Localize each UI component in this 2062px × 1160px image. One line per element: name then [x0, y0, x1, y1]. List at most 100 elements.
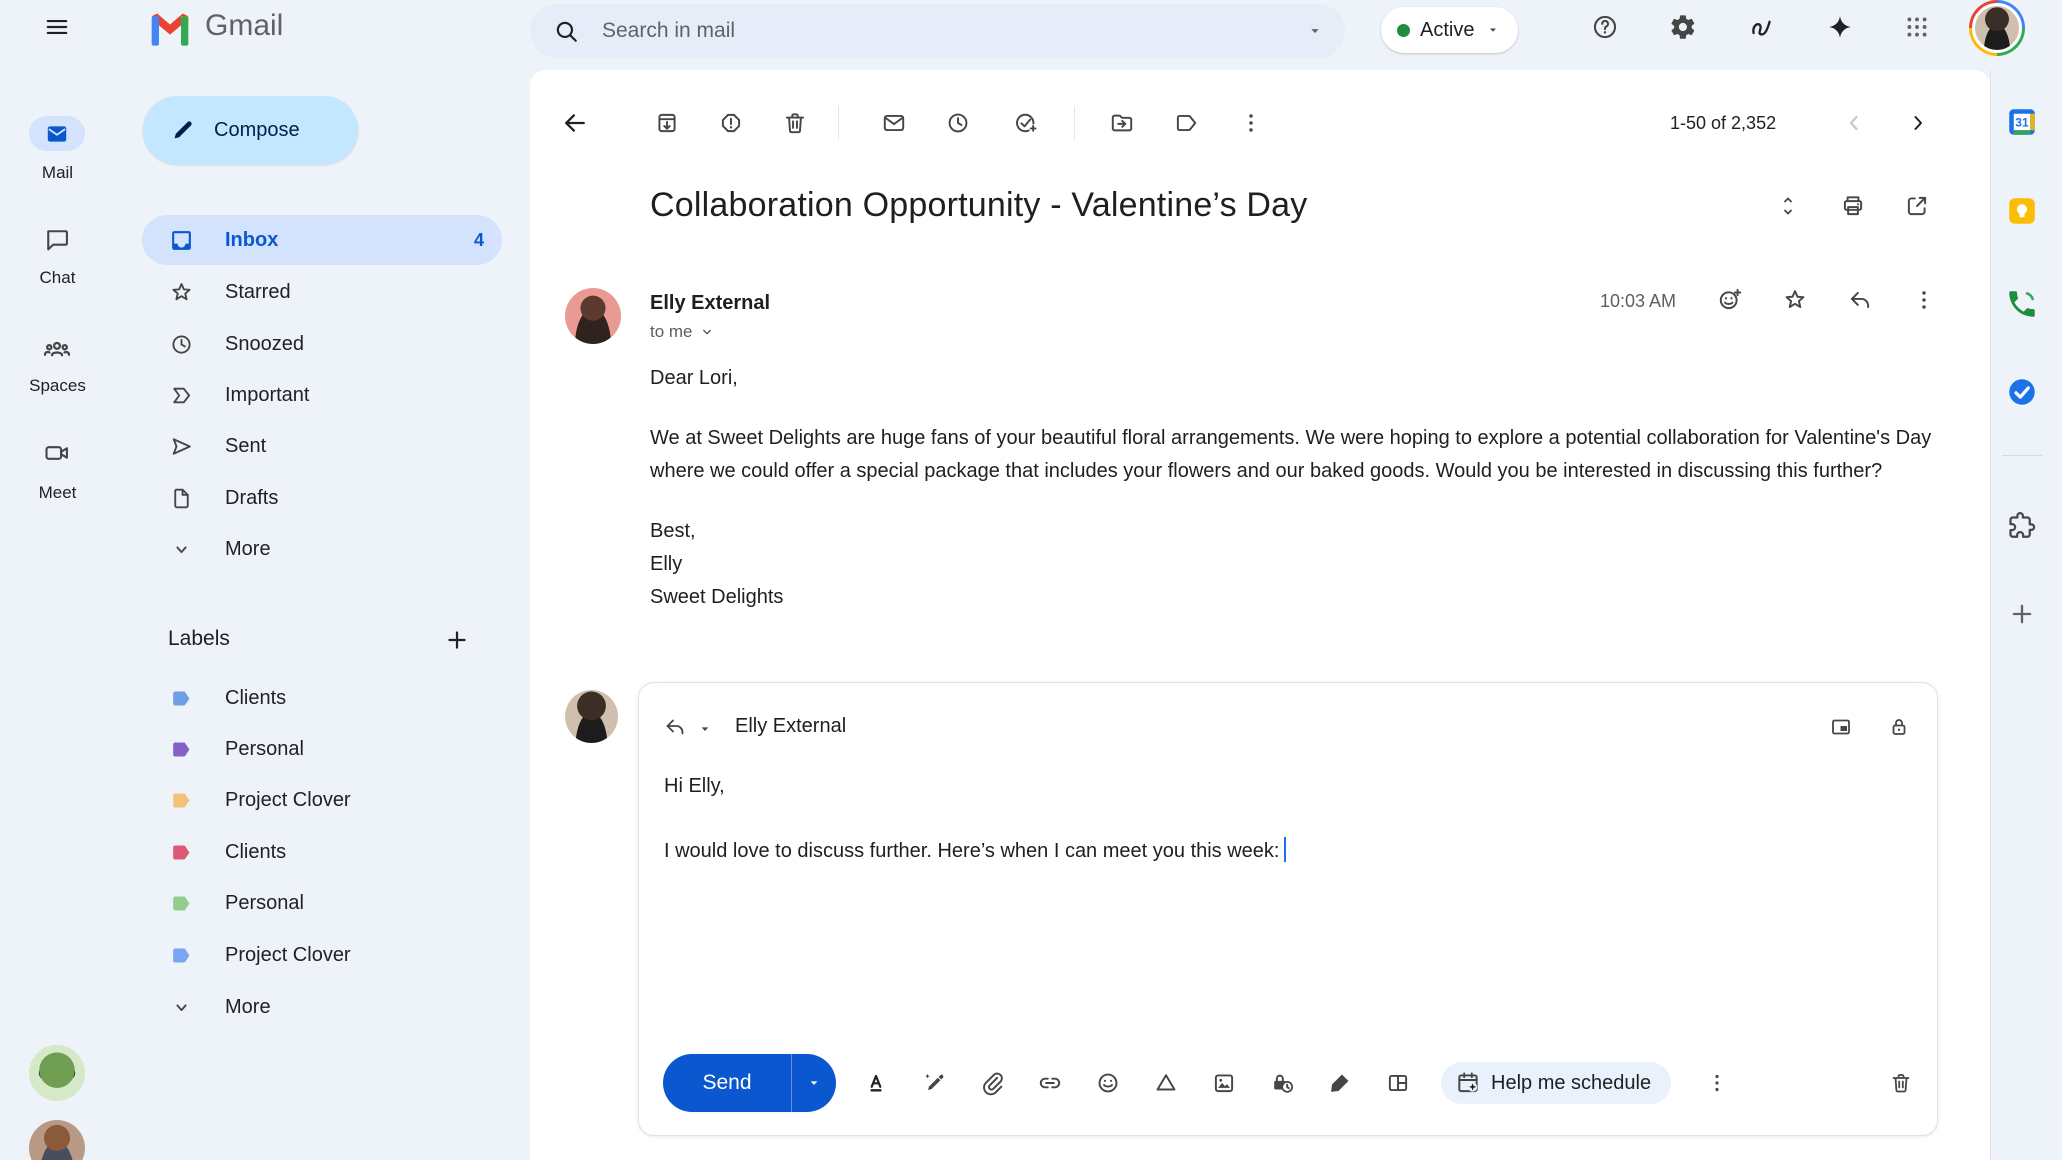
- sidebar-item-drafts[interactable]: Drafts: [142, 473, 502, 523]
- compose-button[interactable]: Compose: [143, 96, 358, 164]
- send-options-dropdown[interactable]: [792, 1073, 836, 1093]
- help-me-write-button[interactable]: [912, 1061, 956, 1105]
- create-label-button[interactable]: [435, 618, 479, 662]
- label-item[interactable]: Clients: [142, 828, 502, 876]
- hamburger-icon: [44, 14, 70, 40]
- unfold-icon: [1776, 194, 1800, 218]
- layouts-button[interactable]: [1376, 1061, 1420, 1105]
- app-title: Gmail: [205, 9, 283, 43]
- reply-type-dropdown[interactable]: [653, 705, 697, 749]
- discard-draft-button[interactable]: [1879, 1061, 1923, 1105]
- label-item[interactable]: Personal: [142, 879, 502, 927]
- sidebar-item-more[interactable]: More: [142, 524, 502, 574]
- recipient-dropdown[interactable]: to me: [650, 322, 715, 342]
- get-addons-button[interactable]: [1998, 501, 2046, 549]
- settings-button[interactable]: [1659, 3, 1707, 51]
- formatting-options-button[interactable]: [854, 1061, 898, 1105]
- rail-item-spaces[interactable]: [33, 325, 81, 373]
- google-apps-button[interactable]: [1893, 3, 1941, 51]
- keep-app-button[interactable]: [1998, 187, 2046, 235]
- archive-button[interactable]: [643, 99, 691, 147]
- label-item[interactable]: Project Clover: [142, 931, 502, 979]
- rail-label-mail[interactable]: Mail: [0, 163, 115, 183]
- main-menu-button[interactable]: [33, 3, 81, 51]
- chat-contact-avatar-1[interactable]: [29, 1045, 85, 1101]
- labels-button[interactable]: [1162, 99, 1210, 147]
- expand-all-button[interactable]: [1766, 184, 1810, 228]
- sidebar-item-snoozed[interactable]: Snoozed: [142, 319, 502, 369]
- search-input[interactable]: [600, 18, 1293, 44]
- rail-label-meet[interactable]: Meet: [0, 483, 115, 503]
- calendar-sparkle-icon: [1455, 1070, 1481, 1096]
- help-button[interactable]: [1581, 3, 1629, 51]
- send-button[interactable]: Send: [663, 1071, 791, 1095]
- search-icon[interactable]: [542, 7, 590, 55]
- label-item[interactable]: Clients: [142, 674, 502, 722]
- text-format-icon: [863, 1070, 889, 1096]
- newer-page-button[interactable]: [1832, 101, 1876, 145]
- workspace-labs-button[interactable]: [1738, 3, 1786, 51]
- calendar-app-button[interactable]: 31: [1998, 98, 2046, 146]
- rail-item-meet[interactable]: [33, 429, 81, 477]
- sidebar-item-sent[interactable]: Sent: [142, 421, 502, 471]
- send-button-group[interactable]: Send: [663, 1054, 836, 1112]
- reply-button[interactable]: [1838, 278, 1882, 322]
- link-icon: [1037, 1070, 1063, 1096]
- star-icon: [1782, 287, 1808, 313]
- pop-out-button[interactable]: [1819, 705, 1863, 749]
- add-reaction-button[interactable]: [1708, 278, 1752, 322]
- message-more-button[interactable]: [1902, 278, 1946, 322]
- insert-link-button[interactable]: [1028, 1061, 1072, 1105]
- insert-signature-button[interactable]: [1318, 1061, 1362, 1105]
- sidebar-item-starred[interactable]: Starred: [142, 267, 502, 317]
- label-tag-icon: [169, 891, 194, 916]
- more-options-button[interactable]: [1227, 99, 1275, 147]
- chevron-down-icon: [169, 995, 194, 1020]
- caret-down-icon[interactable]: [697, 721, 713, 737]
- star-message-button[interactable]: [1773, 278, 1817, 322]
- reply-editor[interactable]: Hi Elly, I would love to discuss further…: [664, 773, 1904, 902]
- label-item[interactable]: Project Clover: [142, 776, 502, 824]
- status-selector[interactable]: Active: [1381, 7, 1518, 53]
- add-to-tasks-button[interactable]: [1002, 99, 1050, 147]
- reply-recipient[interactable]: Elly External: [735, 715, 846, 738]
- sidebar-item-important[interactable]: Important: [142, 370, 502, 420]
- chat-contact-avatar-2[interactable]: [29, 1120, 85, 1160]
- gemini-button[interactable]: [1816, 3, 1864, 51]
- search-options-dropdown-icon[interactable]: [1293, 9, 1337, 53]
- trash-icon: [782, 110, 808, 136]
- label-item[interactable]: Personal: [142, 725, 502, 773]
- insert-from-drive-button[interactable]: [1144, 1061, 1188, 1105]
- help-me-schedule-button[interactable]: Help me schedule: [1441, 1062, 1671, 1104]
- account-avatar[interactable]: [1969, 0, 2025, 56]
- delete-button[interactable]: [771, 99, 819, 147]
- move-to-button[interactable]: [1098, 99, 1146, 147]
- back-button[interactable]: [551, 99, 599, 147]
- mark-unread-button[interactable]: [870, 99, 918, 147]
- sidebar-item-label: Important: [225, 384, 309, 407]
- drive-icon: [1153, 1070, 1179, 1096]
- sender-name: Elly External: [650, 292, 770, 315]
- labels-more[interactable]: More: [142, 983, 502, 1031]
- insert-emoji-button[interactable]: [1086, 1061, 1130, 1105]
- security-button[interactable]: [1877, 705, 1921, 749]
- open-in-new-button[interactable]: [1895, 184, 1939, 228]
- rail-item-chat[interactable]: [33, 216, 81, 264]
- insert-photo-button[interactable]: [1202, 1061, 1246, 1105]
- sidebar-item-inbox[interactable]: Inbox 4: [142, 215, 502, 265]
- print-button[interactable]: [1831, 184, 1875, 228]
- rail-item-mail[interactable]: [29, 116, 85, 151]
- older-page-button[interactable]: [1896, 101, 1940, 145]
- tasks-app-button[interactable]: [1998, 368, 2046, 416]
- rail-label-spaces[interactable]: Spaces: [0, 376, 115, 396]
- rail-label-chat[interactable]: Chat: [0, 268, 115, 288]
- panel-add-button[interactable]: [1998, 590, 2046, 638]
- plus-icon: [444, 627, 470, 653]
- attach-file-button[interactable]: [970, 1061, 1014, 1105]
- report-spam-button[interactable]: [707, 99, 755, 147]
- compose-more-button[interactable]: [1695, 1061, 1739, 1105]
- snooze-button[interactable]: [934, 99, 982, 147]
- confidential-mode-button[interactable]: [1260, 1061, 1304, 1105]
- voice-app-button[interactable]: [1998, 280, 2046, 328]
- important-marker-icon: [169, 383, 194, 408]
